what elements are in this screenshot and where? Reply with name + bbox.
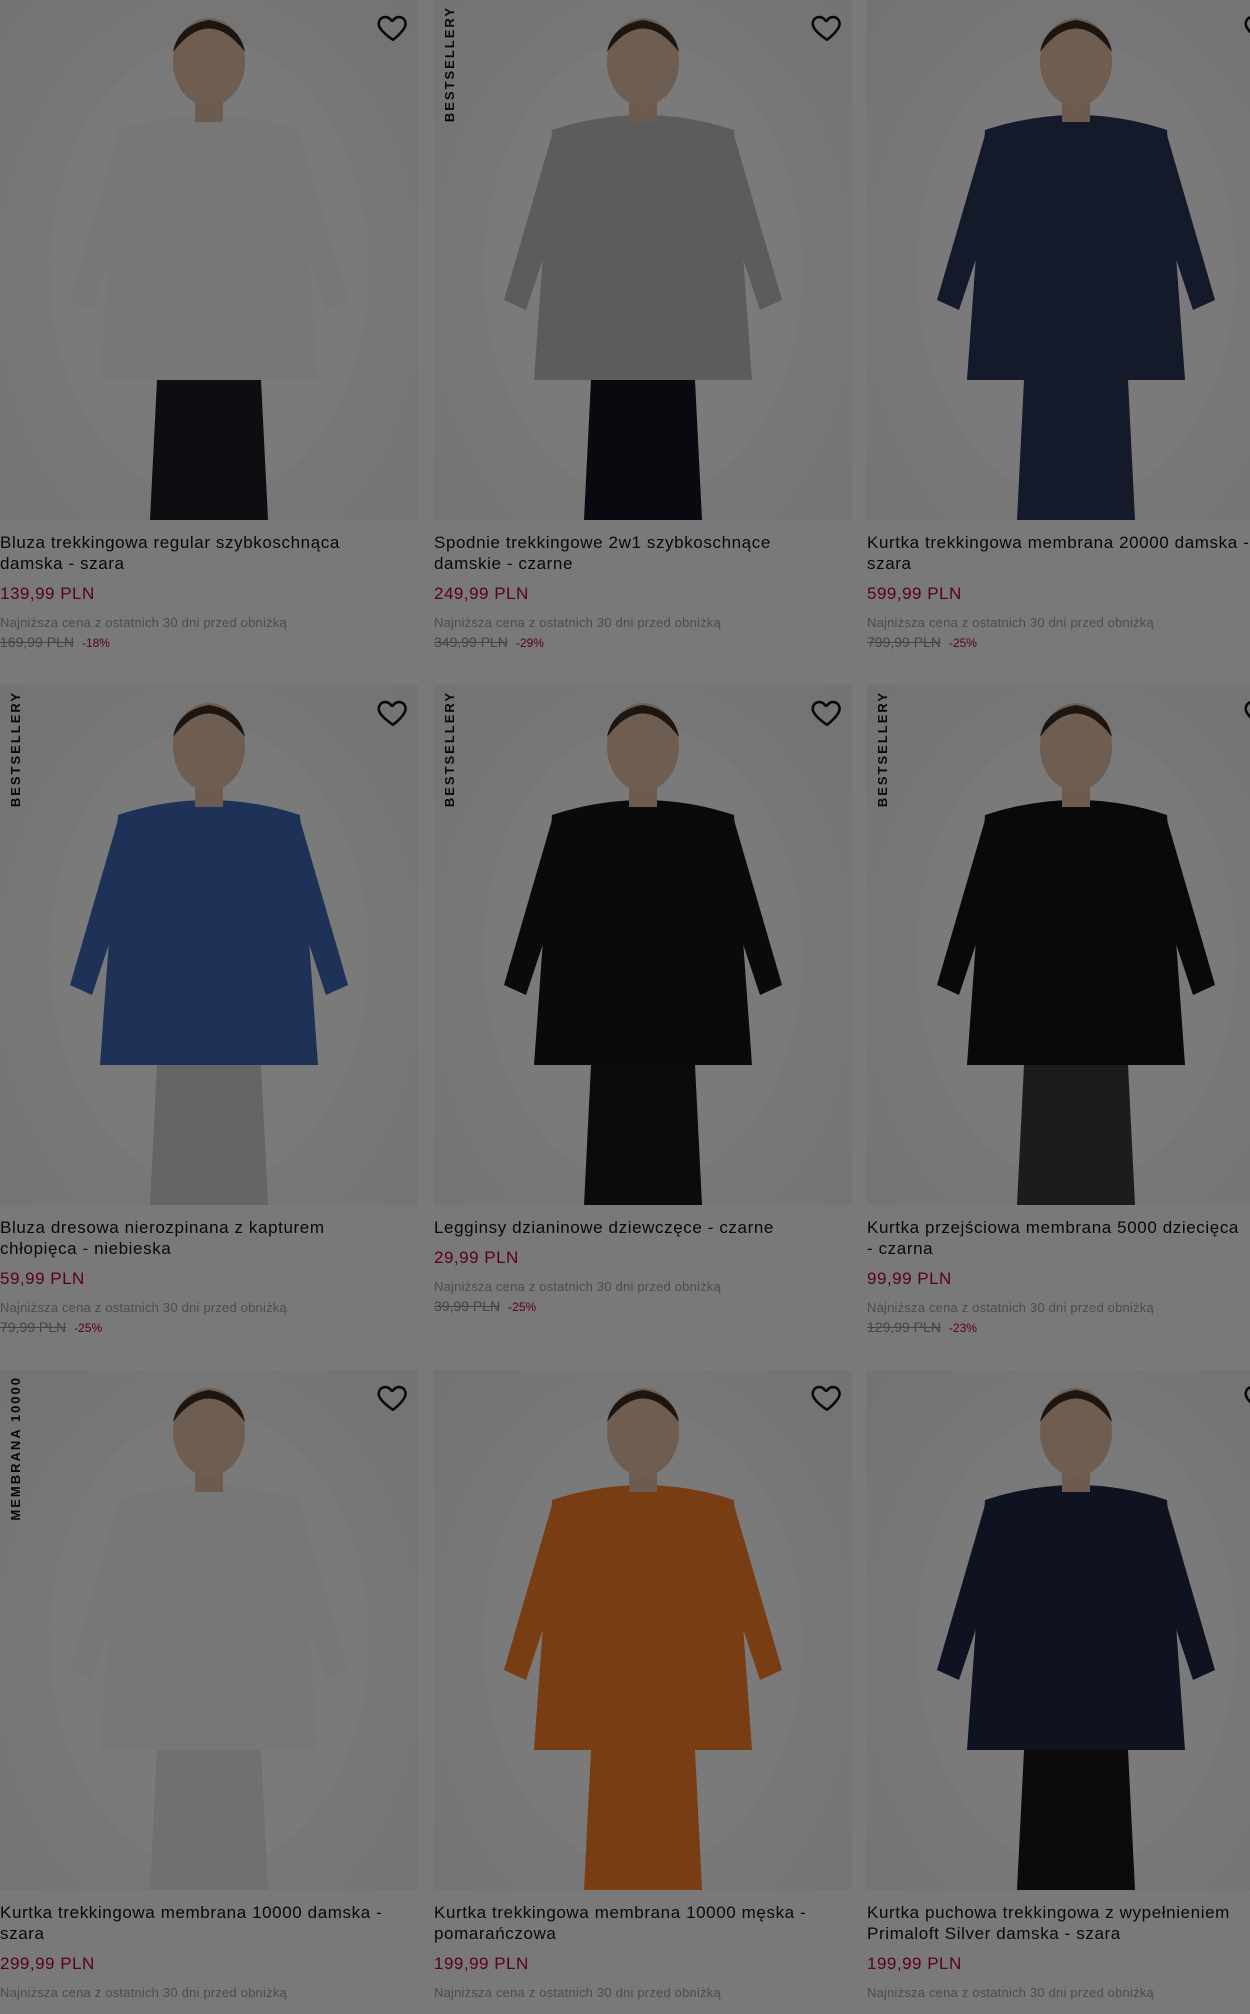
product-name[interactable]: Kurtka trekkingowa membrana 10000 męska … — [434, 1902, 874, 1944]
wishlist-heart-icon[interactable] — [810, 10, 844, 44]
product-grid: Bluza trekkingowa regular szybkoschnąca … — [0, 0, 1250, 2014]
old-price-row: 799,99 PLN -25% — [867, 634, 1250, 650]
product-price: 99,99 PLN — [867, 1269, 952, 1288]
product-info: Kurtka trekkingowa membrana 10000 damska… — [0, 1890, 418, 2000]
discount-percent: -25% — [74, 1321, 103, 1335]
product-card[interactable]: MEMBRANA 10000 Kurtka trekkingowa membran… — [0, 1370, 418, 2000]
product-info: Kurtka trekkingowa membrana 20000 damska… — [867, 520, 1250, 650]
product-name[interactable]: Kurtka trekkingowa membrana 20000 damska… — [867, 532, 1250, 574]
old-price-row: 169,99 PLN -18% — [0, 634, 418, 650]
product-badge: MEMBRANA 10000 — [8, 1376, 23, 1521]
wishlist-heart-icon[interactable] — [1243, 695, 1250, 729]
product-badge: BESTSELLERY — [8, 691, 23, 808]
product-price: 599,99 PLN — [867, 584, 962, 603]
product-name[interactable]: Bluza trekkingowa regular szybkoschnąca … — [0, 532, 440, 574]
discount-percent: -25% — [508, 1300, 537, 1314]
product-card[interactable]: Kurtka puchowa trekkingowa z wypełnienie… — [867, 1370, 1250, 2000]
old-price: 79,99 PLN — [0, 1319, 67, 1335]
product-image[interactable] — [434, 1370, 852, 1890]
product-name[interactable]: Spodnie trekkingowe 2w1 szybkoschnące da… — [434, 532, 874, 574]
old-price: 169,99 PLN — [0, 634, 74, 650]
product-name[interactable]: Bluza dresowa nierozpinana z kapturem ch… — [0, 1217, 440, 1259]
lowest-price-note: Najniższa cena z ostatnich 30 dni przed … — [0, 1985, 287, 2000]
product-info: Spodnie trekkingowe 2w1 szybkoschnące da… — [434, 520, 852, 650]
product-badge: BESTSELLERY — [442, 691, 457, 808]
product-card[interactable]: Kurtka trekkingowa membrana 10000 męska … — [434, 1370, 852, 2000]
product-card[interactable]: BESTSELLERY Kurtka przejściowa membrana 5… — [867, 685, 1250, 1335]
discount-percent: -23% — [948, 1321, 977, 1335]
discount-percent: -25% — [948, 636, 977, 650]
product-badge: BESTSELLERY — [875, 691, 890, 808]
product-image[interactable]: BESTSELLERY — [867, 685, 1250, 1205]
wishlist-heart-icon[interactable] — [1243, 10, 1250, 44]
product-info: Bluza trekkingowa regular szybkoschnąca … — [0, 520, 418, 650]
product-name[interactable]: Legginsy dzianinowe dziewczęce - czarne — [434, 1217, 874, 1238]
lowest-price-note: Najniższa cena z ostatnich 30 dni przed … — [867, 1300, 1154, 1315]
wishlist-heart-icon[interactable] — [810, 695, 844, 729]
lowest-price-note: Najniższa cena z ostatnich 30 dni przed … — [0, 615, 287, 630]
product-info: Bluza dresowa nierozpinana z kapturem ch… — [0, 1205, 418, 1335]
discount-percent: -18% — [81, 636, 110, 650]
product-name[interactable]: Kurtka puchowa trekkingowa z wypełnienie… — [867, 1902, 1250, 1944]
product-price: 29,99 PLN — [434, 1248, 519, 1267]
old-price-row: 79,99 PLN -25% — [0, 1319, 418, 1335]
lowest-price-note: Najniższa cena z ostatnich 30 dni przed … — [867, 1985, 1154, 2000]
old-price-row: 129,99 PLN -23% — [867, 1319, 1250, 1335]
product-price: 199,99 PLN — [867, 1954, 962, 1973]
product-info: Kurtka przejściowa membrana 5000 dziecię… — [867, 1205, 1250, 1335]
old-price: 39,99 PLN — [434, 1298, 501, 1314]
wishlist-heart-icon[interactable] — [376, 1380, 410, 1414]
lowest-price-note: Najniższa cena z ostatnich 30 dni przed … — [0, 1300, 287, 1315]
product-image[interactable]: BESTSELLERY — [434, 685, 852, 1205]
lowest-price-note: Najniższa cena z ostatnich 30 dni przed … — [434, 1279, 721, 1294]
product-card[interactable]: BESTSELLERY Legginsy dzianinowe dziewczęc… — [434, 685, 852, 1314]
product-card[interactable]: Kurtka trekkingowa membrana 20000 damska… — [867, 0, 1250, 650]
wishlist-heart-icon[interactable] — [1243, 1380, 1250, 1414]
product-card[interactable]: BESTSELLERY Bluza dresowa nierozpinana z … — [0, 685, 418, 1335]
wishlist-heart-icon[interactable] — [376, 10, 410, 44]
old-price-row: 349,99 PLN -29% — [434, 634, 852, 650]
product-image[interactable] — [0, 0, 418, 520]
wishlist-heart-icon[interactable] — [810, 1380, 844, 1414]
product-info: Legginsy dzianinowe dziewczęce - czarne 2… — [434, 1205, 852, 1314]
product-image[interactable]: MEMBRANA 10000 — [0, 1370, 418, 1890]
lowest-price-note: Najniższa cena z ostatnich 30 dni przed … — [434, 1985, 721, 2000]
product-badge: BESTSELLERY — [442, 6, 457, 123]
product-card[interactable]: Bluza trekkingowa regular szybkoschnąca … — [0, 0, 418, 650]
product-info: Kurtka puchowa trekkingowa z wypełnienie… — [867, 1890, 1250, 2000]
product-info: Kurtka trekkingowa membrana 10000 męska … — [434, 1890, 852, 2000]
product-price: 199,99 PLN — [434, 1954, 529, 1973]
discount-percent: -29% — [515, 636, 544, 650]
product-image[interactable] — [867, 1370, 1250, 1890]
product-price: 139,99 PLN — [0, 584, 95, 603]
product-image[interactable] — [867, 0, 1250, 520]
old-price-row: 39,99 PLN -25% — [434, 1298, 852, 1314]
lowest-price-note: Najniższa cena z ostatnich 30 dni przed … — [434, 615, 721, 630]
product-name[interactable]: Kurtka trekkingowa membrana 10000 damska… — [0, 1902, 440, 1944]
old-price: 129,99 PLN — [867, 1319, 941, 1335]
product-price: 59,99 PLN — [0, 1269, 85, 1288]
product-image[interactable]: BESTSELLERY — [434, 0, 852, 520]
old-price: 799,99 PLN — [867, 634, 941, 650]
wishlist-heart-icon[interactable] — [376, 695, 410, 729]
product-card[interactable]: BESTSELLERY Spodnie trekkingowe 2w1 szybk… — [434, 0, 852, 650]
product-name[interactable]: Kurtka przejściowa membrana 5000 dziecię… — [867, 1217, 1250, 1259]
product-image[interactable]: BESTSELLERY — [0, 685, 418, 1205]
old-price: 349,99 PLN — [434, 634, 508, 650]
lowest-price-note: Najniższa cena z ostatnich 30 dni przed … — [867, 615, 1154, 630]
product-price: 249,99 PLN — [434, 584, 529, 603]
product-price: 299,99 PLN — [0, 1954, 95, 1973]
